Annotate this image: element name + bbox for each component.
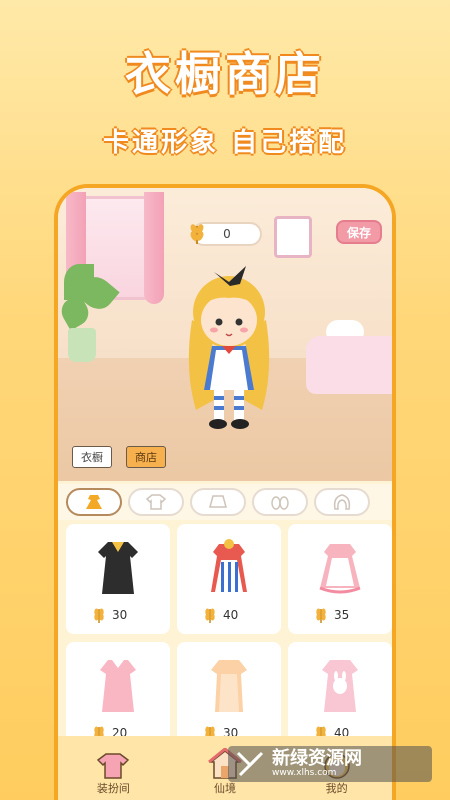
skirt-icon <box>209 495 227 508</box>
category-bar <box>58 484 392 520</box>
watermark-logo-icon <box>236 751 264 777</box>
watermark: 新绿资源网 www.xlhs.com <box>228 746 432 782</box>
wheat-coin-icon <box>316 608 326 623</box>
item-price: 30 <box>112 608 128 622</box>
bunny-dress-icon <box>322 660 358 712</box>
pink-apron-dress-icon <box>319 544 361 594</box>
promo-subtitle: 卡通形象 自己搭配 <box>102 128 348 158</box>
shirt-icon <box>145 494 167 510</box>
curtain-right <box>144 192 164 304</box>
category-dress[interactable] <box>66 488 122 516</box>
pink-dress-icon <box>100 660 136 712</box>
category-shirt[interactable] <box>128 488 184 516</box>
nav-label: 仙境 <box>213 782 236 795</box>
shirt-icon <box>97 753 130 779</box>
nav-label: 我的 <box>325 782 348 795</box>
category-shoes[interactable] <box>252 488 308 516</box>
item-grid: 30 40 35 20 30 40 <box>66 524 392 752</box>
watermark-url: www.xlhs.com <box>272 768 337 778</box>
nav-label: 装扮间 <box>96 782 130 795</box>
phone-frame: 0 保存 衣橱 商店 30 40 35 20 30 40 装扮间 仙境 我的 <box>54 184 396 800</box>
character-avatar[interactable] <box>174 250 284 440</box>
plant-pot <box>68 328 96 362</box>
watermark-text: 新绿资源网 <box>272 748 362 769</box>
save-button[interactable]: 保存 <box>336 220 382 244</box>
tab-shop[interactable]: 商店 <box>126 446 166 468</box>
coin-count: 0 <box>223 227 231 241</box>
peach-dress-icon <box>211 660 247 712</box>
promo-title: 衣橱商店 <box>125 47 325 101</box>
wheat-coin-icon <box>205 608 215 623</box>
nav-dressing-room[interactable]: 装扮间 <box>96 750 130 796</box>
shop-item[interactable]: 30 <box>66 524 170 634</box>
striped-dress-icon <box>211 539 247 592</box>
category-hair[interactable] <box>314 488 370 516</box>
hair-icon <box>333 494 351 510</box>
category-skirt[interactable] <box>190 488 246 516</box>
item-price: 40 <box>223 608 239 622</box>
room-scene: 0 保存 衣橱 商店 <box>58 188 392 481</box>
shop-item[interactable]: 40 <box>177 524 281 634</box>
shop-item[interactable]: 35 <box>288 524 392 634</box>
bed-decoration <box>306 336 392 394</box>
wheat-coin-icon <box>94 608 104 623</box>
wheat-coin-icon <box>190 224 204 244</box>
tab-wardrobe[interactable]: 衣橱 <box>72 446 112 468</box>
dress-icon <box>86 495 102 509</box>
black-dress-icon <box>98 542 138 594</box>
item-price: 35 <box>334 608 350 622</box>
shoes-icon <box>271 496 289 510</box>
